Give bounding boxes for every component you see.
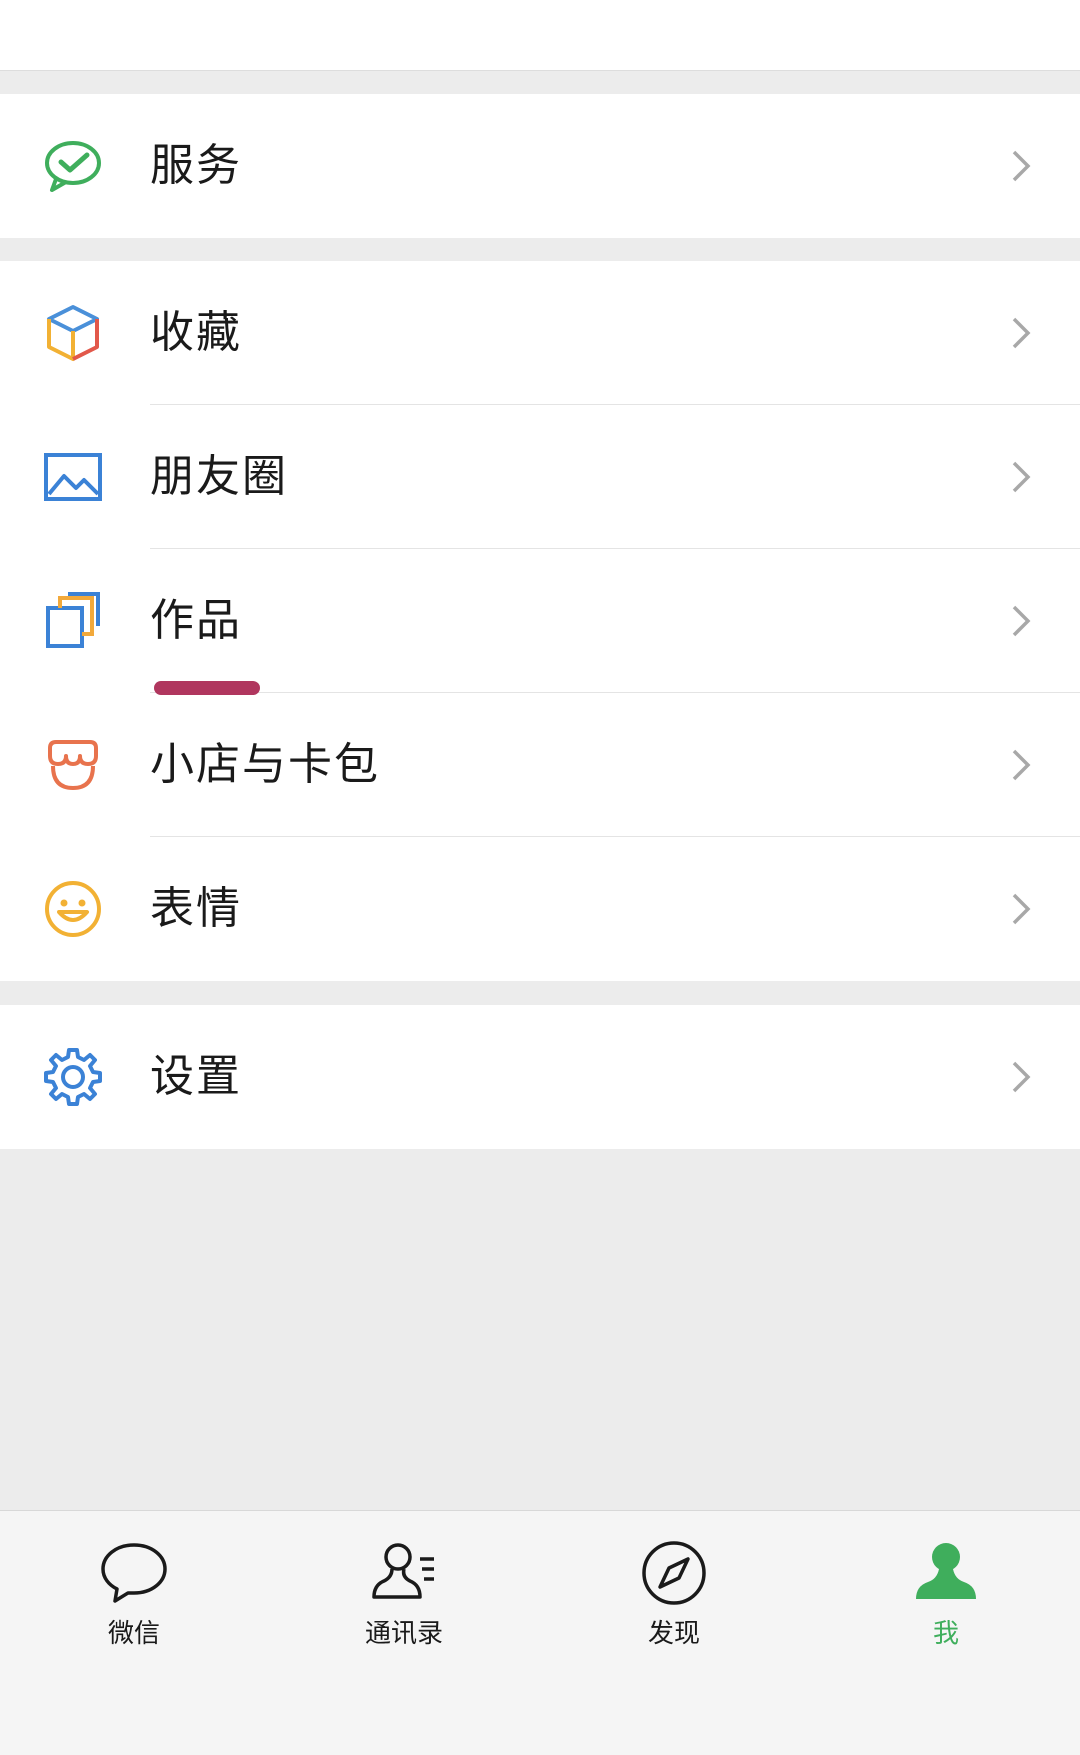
menu-group-services: 服务 — [0, 94, 1080, 238]
me-person-icon — [910, 1537, 982, 1609]
top-header-area — [0, 0, 1080, 71]
menu-item-label: 服务 — [150, 140, 242, 191]
wechat-pay-icon — [42, 135, 104, 197]
works-copy-icon — [42, 590, 104, 652]
tab-chats[interactable]: 微信 — [64, 1537, 204, 1667]
tab-discover[interactable]: 发现 — [604, 1537, 744, 1667]
contacts-icon — [368, 1537, 440, 1609]
menu-item-label: 表情 — [150, 883, 242, 934]
menu-item-shop-cards[interactable]: 小店与卡包 — [0, 693, 1080, 837]
menu-group-main: 收藏 朋友圈 作品 小店与卡包 表情 — [0, 261, 1080, 981]
chevron-right-icon — [1000, 745, 1040, 785]
tab-me[interactable]: 我 — [876, 1537, 1016, 1667]
chevron-right-icon — [1000, 146, 1040, 186]
moments-image-icon — [42, 446, 104, 508]
tab-label: 通讯录 — [364, 1619, 443, 1649]
settings-gear-icon — [42, 1046, 104, 1108]
chat-bubble-icon — [98, 1537, 170, 1609]
chevron-right-icon — [1000, 601, 1040, 641]
discover-compass-icon — [638, 1537, 710, 1609]
menu-item-stickers[interactable]: 表情 — [0, 837, 1080, 981]
me-page: 服务 收藏 朋友圈 作品 小店与卡包 表情 设置 微信 通讯录 发现 我 — [0, 0, 1080, 1755]
menu-item-label: 小店与卡包 — [150, 739, 380, 790]
bottom-tab-bar: 微信 通讯录 发现 我 — [0, 1510, 1080, 1755]
menu-item-moments[interactable]: 朋友圈 — [0, 405, 1080, 549]
menu-item-works[interactable]: 作品 — [0, 549, 1080, 693]
menu-group-settings: 设置 — [0, 1005, 1080, 1149]
annotation-underline-mark — [154, 681, 260, 695]
menu-item-label: 作品 — [150, 595, 242, 646]
shop-card-icon — [42, 734, 104, 796]
menu-item-label: 设置 — [150, 1051, 242, 1102]
chevron-right-icon — [1000, 457, 1040, 497]
chevron-right-icon — [1000, 889, 1040, 929]
tab-label: 微信 — [107, 1619, 160, 1649]
tab-label: 发现 — [647, 1619, 700, 1649]
menu-item-settings[interactable]: 设置 — [0, 1005, 1080, 1149]
favorites-cube-icon — [42, 302, 104, 364]
tab-contacts[interactable]: 通讯录 — [334, 1537, 474, 1667]
tab-label: 我 — [932, 1619, 959, 1649]
sticker-smile-icon — [42, 878, 104, 940]
menu-item-favorites[interactable]: 收藏 — [0, 261, 1080, 405]
menu-item-label: 收藏 — [150, 307, 242, 358]
menu-item-services[interactable]: 服务 — [0, 94, 1080, 238]
menu-item-label: 朋友圈 — [150, 451, 288, 502]
chevron-right-icon — [1000, 1057, 1040, 1097]
chevron-right-icon — [1000, 313, 1040, 353]
